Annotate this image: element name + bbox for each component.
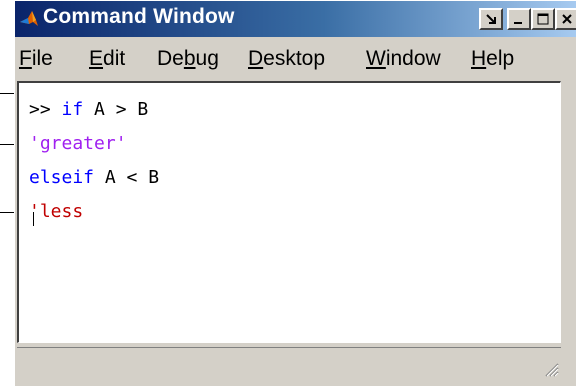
condition-text: A > B [83,99,149,120]
command-window: Command Window File Edit Debug Desktop W… [14,0,576,386]
resize-grip-icon[interactable] [543,361,559,377]
matlab-logo-icon [20,11,38,26]
keyword-if: if [61,99,84,120]
status-bar [17,347,561,381]
minimize-icon [514,22,522,24]
code-line-1: >> if A > B [29,99,148,120]
condition-text: A < B [94,167,160,188]
minimize-button[interactable] [507,8,531,30]
menu-debug[interactable]: Debug [157,47,219,71]
undock-arrow-icon [486,14,496,24]
close-button[interactable] [555,8,576,30]
title-bar[interactable]: Command Window [15,1,576,37]
menu-help[interactable]: Help [471,47,514,71]
menu-file[interactable]: File [19,47,53,71]
menu-edit[interactable]: Edit [89,47,125,71]
maximize-button[interactable] [531,8,555,30]
menu-window[interactable]: Window [366,47,441,71]
command-text-area[interactable]: >> if A > B 'greater' elseif A < B 'less [17,81,561,343]
window-title: Command Window [43,5,235,28]
close-icon [562,14,572,24]
menu-desktop[interactable]: Desktop [248,47,325,71]
keyword-elseif: elseif [29,167,95,188]
undock-button[interactable] [479,8,503,30]
command-prompt: >> [29,99,62,120]
menu-bar: File Edit Debug Desktop Window Help [15,39,576,79]
maximize-icon [537,13,549,25]
code-line-4: 'less [29,201,83,222]
unterminated-string: 'less [29,201,84,222]
leader-tick [33,212,34,226]
code-line-2: 'greater' [29,133,127,154]
string-literal: 'greater' [29,133,127,154]
code-line-3: elseif A < B [29,167,159,188]
